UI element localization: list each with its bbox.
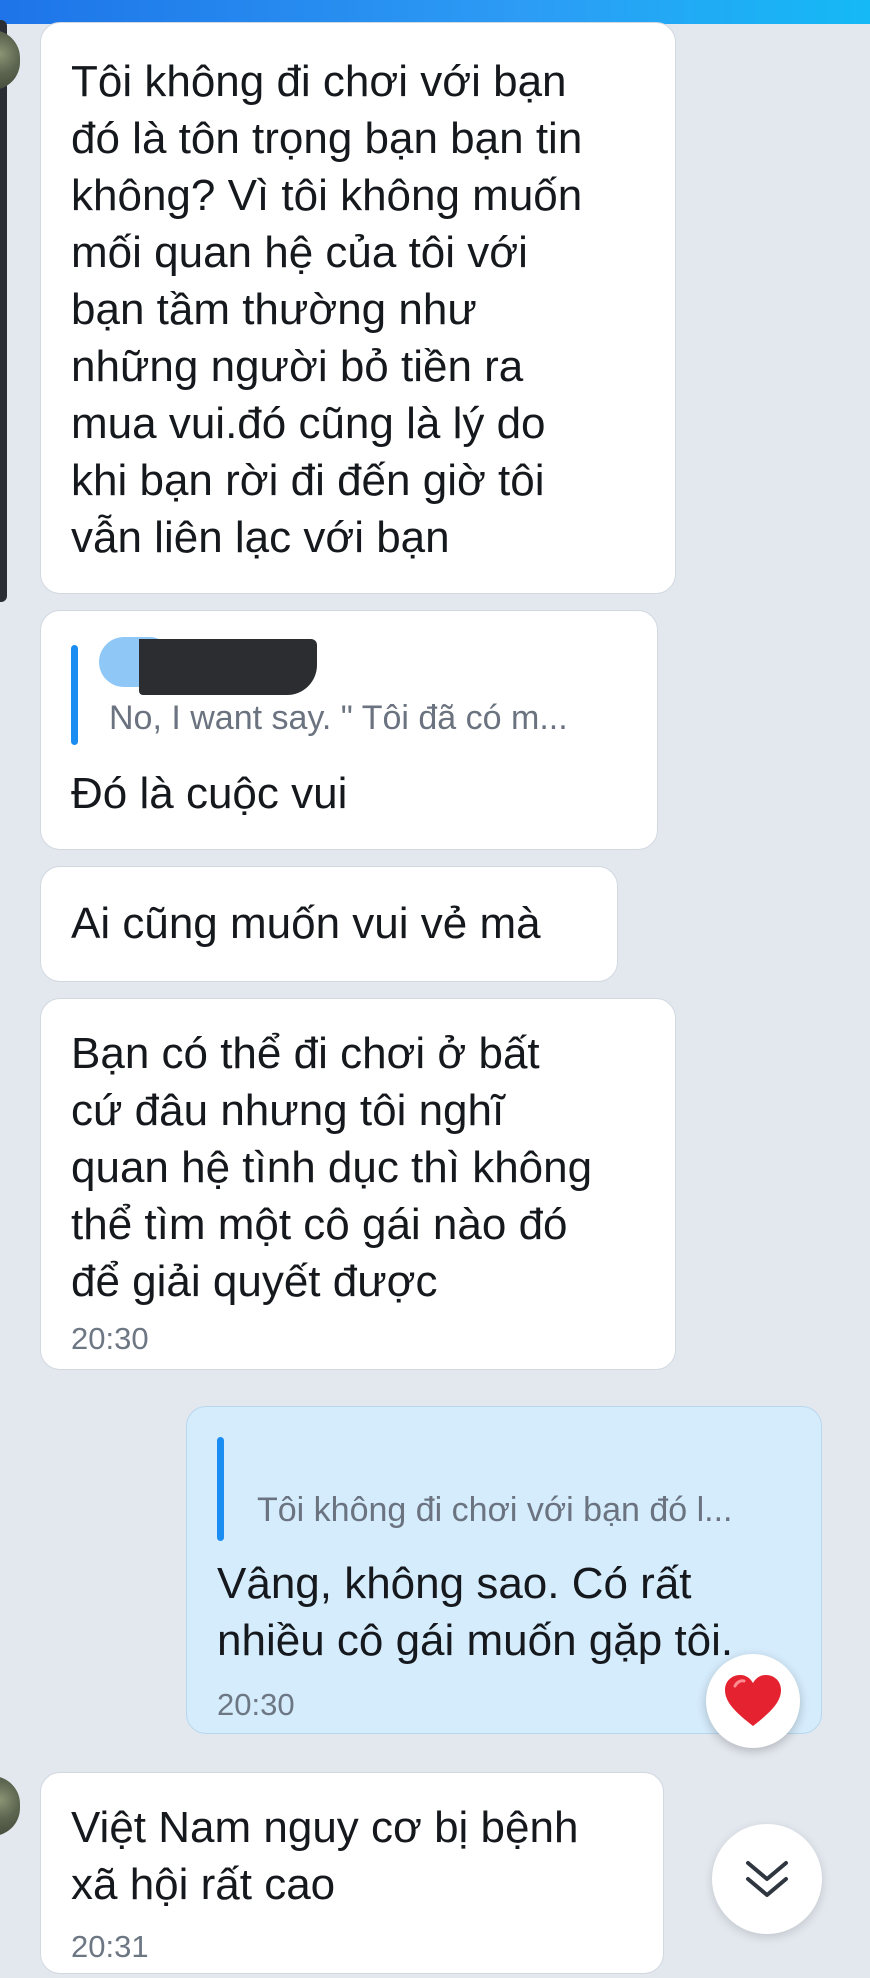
message-time: 20:30 [217,1687,295,1722]
message-text: Vâng, không sao. Có rất nhiều cô gái muố… [217,1559,734,1665]
quote-bar [71,645,78,745]
message-bubble-received-reply[interactable]: No, I want say. " Tôi đã có m... Đó là c… [40,610,658,850]
message-text: Bạn có thể đi chơi ở bất cứ đâu nhưng tô… [71,1029,593,1306]
quote-bar [217,1437,224,1541]
message-bubble-received[interactable]: Bạn có thể đi chơi ở bất cứ đâu nhưng tô… [40,998,676,1370]
heart-icon [725,1675,781,1726]
scroll-to-bottom-button[interactable] [712,1824,822,1934]
message-text: Việt Nam nguy cơ bị bệnh xã hội rất cao [71,1803,579,1909]
message-time: 20:30 [71,1321,149,1356]
sender-avatar[interactable] [0,1776,20,1836]
message-text: Tôi không đi chơi với bạn đó là tôn trọn… [71,57,583,562]
quoted-message[interactable]: No, I want say. " Tôi đã có m... [109,699,568,738]
top-header-strip [0,0,870,24]
message-bubble-received[interactable]: Ai cũng muốn vui vẻ mà [40,866,618,982]
message-text: Đó là cuộc vui [71,769,348,818]
message-time: 20:31 [71,1929,149,1964]
chevron-double-down-icon [746,1861,788,1897]
sender-avatar[interactable] [0,30,20,90]
chat-screen: Tôi không đi chơi với bạn đó là tôn trọn… [0,0,870,1978]
quoted-message[interactable]: Tôi không đi chơi với bạn đó l... [257,1491,733,1530]
message-bubble-received[interactable]: Tôi không đi chơi với bạn đó là tôn trọn… [40,22,676,594]
reaction-badge[interactable] [706,1654,800,1748]
message-text: Ai cũng muốn vui vẻ mà [71,899,541,948]
redacted-name-box [139,639,317,695]
message-bubble-received[interactable]: Việt Nam nguy cơ bị bệnh xã hội rất cao … [40,1772,664,1974]
left-drawer-edge[interactable] [0,20,7,602]
